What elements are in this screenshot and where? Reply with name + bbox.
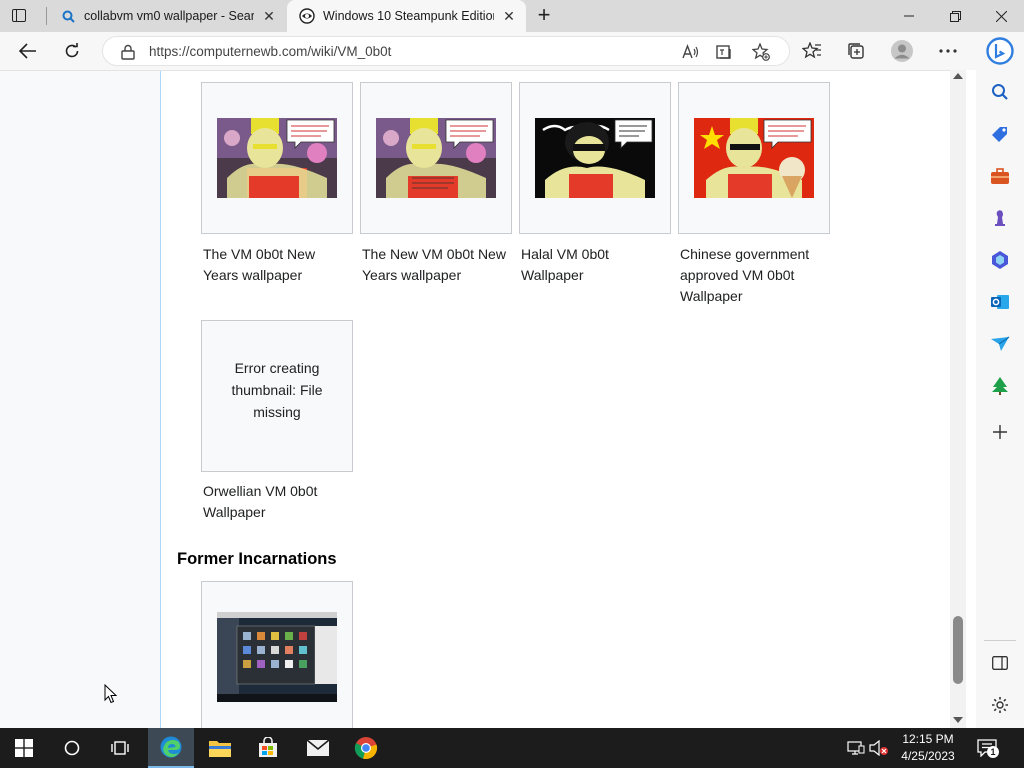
clock-time: 12:15 PM <box>902 732 954 746</box>
clock-date: 4/25/2023 <box>901 749 955 763</box>
add-sidebar-app-icon[interactable] <box>986 418 1014 446</box>
thumbnail-error-text: Error creating thumbnail: File missing <box>231 360 323 420</box>
tools-briefcase-icon[interactable] <box>986 162 1014 190</box>
edge-sidebar <box>976 32 1024 728</box>
gallery-thumb-box[interactable]: Error creating thumbnail: File missing <box>201 320 353 472</box>
new-tab-button[interactable]: + <box>534 4 554 27</box>
page-viewport[interactable]: The VM 0b0t New Years wallpaper The New … <box>0 70 950 728</box>
bing-chat-icon[interactable] <box>985 36 1015 68</box>
wallpaper-thumbnail[interactable] <box>694 118 814 198</box>
browser-toolbar: https://computernewb.com/wiki/VM_0b0t <box>0 32 976 70</box>
tab-separator <box>46 7 47 25</box>
wallpaper-thumbnail[interactable] <box>217 118 337 198</box>
gallery-thumb-box[interactable] <box>678 82 830 234</box>
title-bar: collabvm vm0 wallpaper - Search ✕ Window… <box>0 0 1024 32</box>
tree-icon[interactable] <box>986 372 1014 400</box>
volume-muted-icon[interactable] <box>869 738 889 758</box>
action-center-icon[interactable]: 1 <box>976 738 999 758</box>
search-icon <box>60 8 76 24</box>
notification-badge: 1 <box>987 746 999 758</box>
screenshot-thumbnail[interactable] <box>217 612 337 702</box>
network-icon[interactable] <box>846 738 866 758</box>
immersive-reader-icon[interactable] <box>715 42 735 62</box>
scroll-down-arrow[interactable] <box>953 717 963 723</box>
close-tab-icon[interactable]: ✕ <box>260 7 278 25</box>
favorites-icon[interactable] <box>798 37 826 65</box>
gallery-caption: The VM 0b0t New Years wallpaper <box>203 246 316 283</box>
tab-steampunk[interactable]: Windows 10 Steampunk Edition - ✕ <box>287 0 526 32</box>
games-chess-icon[interactable] <box>986 204 1014 232</box>
gallery-caption: Chinese government approved VM 0b0t Wall… <box>680 246 810 304</box>
wallpaper-thumbnail[interactable] <box>376 118 496 198</box>
sidebar-divider <box>984 640 1016 641</box>
add-favorite-icon[interactable] <box>751 42 771 62</box>
profile-avatar[interactable] <box>888 37 916 65</box>
url-text[interactable]: https://computernewb.com/wiki/VM_0b0t <box>149 44 391 59</box>
hide-sidebar-icon[interactable] <box>986 649 1014 677</box>
system-clock[interactable]: 12:15 PM 4/25/2023 <box>892 731 964 765</box>
read-aloud-icon[interactable] <box>681 42 701 62</box>
gallery-thumb-box[interactable] <box>201 581 353 728</box>
tab-search[interactable]: collabvm vm0 wallpaper - Search ✕ <box>48 0 286 32</box>
wiki-favicon-icon <box>299 8 315 24</box>
page-scrollbar[interactable] <box>950 70 966 728</box>
back-button[interactable] <box>14 37 42 65</box>
tab-title: Windows 10 Steampunk Edition - <box>323 9 494 23</box>
file-explorer-icon[interactable] <box>196 728 244 768</box>
gallery-caption: The New VM 0b0t New Years wallpaper <box>362 246 506 283</box>
microsoft365-icon[interactable] <box>986 246 1014 274</box>
chrome-icon[interactable] <box>342 728 390 768</box>
page-gutter <box>966 70 976 728</box>
start-button[interactable] <box>0 728 48 768</box>
task-view-icon[interactable] <box>96 728 144 768</box>
close-tab-icon[interactable]: ✕ <box>500 7 518 25</box>
lock-icon[interactable] <box>121 44 135 60</box>
minimize-button[interactable] <box>886 0 932 32</box>
outlook-icon[interactable] <box>986 288 1014 316</box>
tab-actions-icon[interactable] <box>10 7 28 25</box>
gallery-thumb-box[interactable] <box>201 82 353 234</box>
scroll-up-arrow[interactable] <box>953 73 963 79</box>
wiki-content: The VM 0b0t New Years wallpaper The New … <box>160 71 950 728</box>
scroll-thumb[interactable] <box>953 616 963 684</box>
close-window-button[interactable] <box>978 0 1024 32</box>
settings-gear-icon[interactable] <box>986 691 1014 719</box>
collections-icon[interactable] <box>842 37 870 65</box>
address-bar[interactable]: https://computernewb.com/wiki/VM_0b0t <box>102 36 790 66</box>
more-menu-icon[interactable] <box>934 37 962 65</box>
windows-taskbar: 12:15 PM 4/25/2023 1 <box>0 728 1024 768</box>
section-heading: Former Incarnations <box>177 550 337 568</box>
gallery-thumb-box[interactable] <box>519 82 671 234</box>
refresh-button[interactable] <box>58 37 86 65</box>
mail-icon[interactable] <box>294 728 342 768</box>
cortana-search-icon[interactable] <box>48 728 96 768</box>
mouse-cursor-icon <box>104 684 118 704</box>
wallpaper-thumbnail[interactable] <box>535 118 655 198</box>
shopping-tag-icon[interactable] <box>986 120 1014 148</box>
gallery-thumb-box[interactable] <box>360 82 512 234</box>
gallery-caption: Orwellian VM 0b0t Wallpaper <box>203 483 318 520</box>
gallery-caption: Halal VM 0b0t Wallpaper <box>521 246 609 283</box>
drop-send-icon[interactable] <box>986 330 1014 358</box>
tab-title: collabvm vm0 wallpaper - Search <box>84 9 254 23</box>
edge-taskbar-icon[interactable] <box>148 728 194 768</box>
search-icon[interactable] <box>986 78 1014 106</box>
store-icon[interactable] <box>244 728 292 768</box>
restore-button[interactable] <box>932 0 978 32</box>
